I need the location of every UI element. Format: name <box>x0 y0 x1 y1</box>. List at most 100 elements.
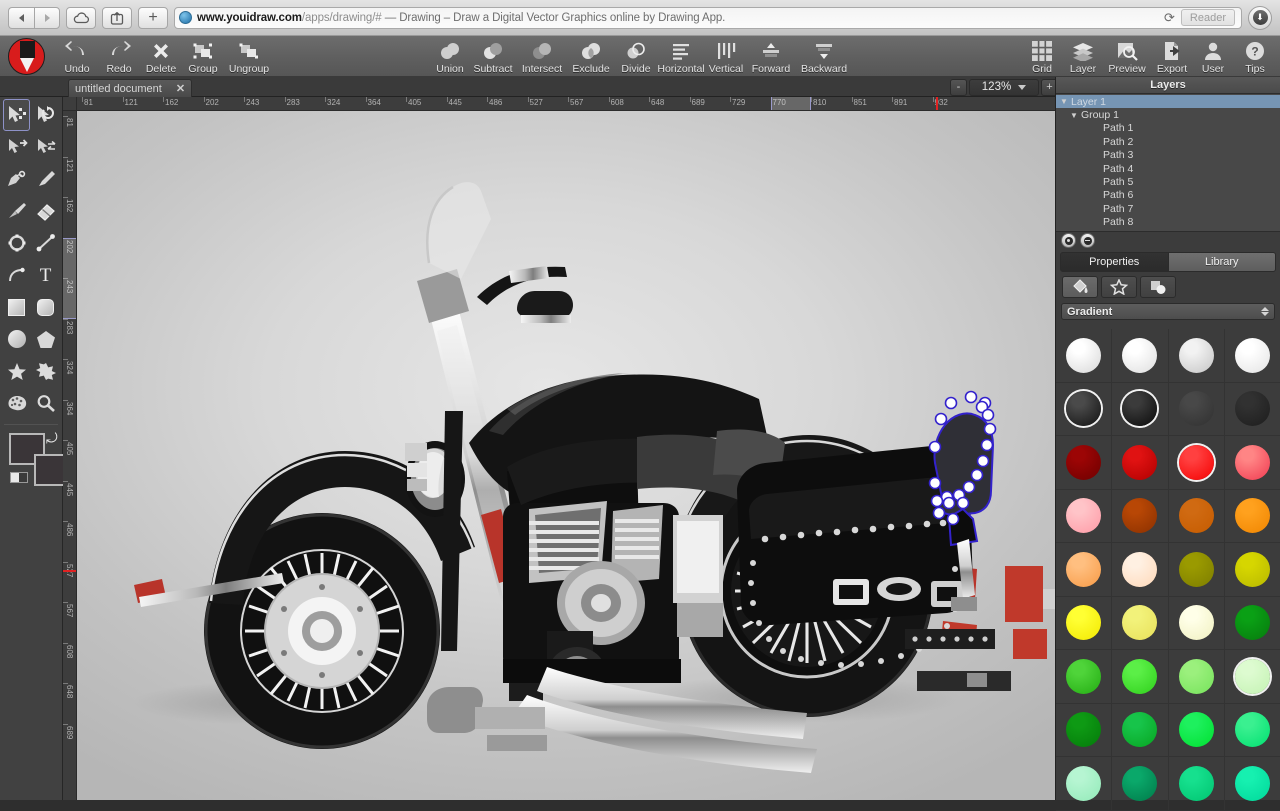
select-tool[interactable] <box>3 131 30 163</box>
tab-properties[interactable]: Properties <box>1060 252 1169 272</box>
swatch-cell[interactable] <box>1112 490 1168 544</box>
swatch-cell[interactable] <box>1056 436 1112 490</box>
horizontal-ruler[interactable]: 8112116220224328332436440544548652756760… <box>77 97 1055 111</box>
swatch-cell[interactable] <box>1169 383 1225 437</box>
swatch-cell[interactable] <box>1112 704 1168 758</box>
gradient-swatch[interactable] <box>1066 445 1101 480</box>
gradient-swatch[interactable] <box>1179 391 1214 426</box>
gradient-swatch[interactable] <box>1235 498 1270 533</box>
intersect-button[interactable]: Intersect <box>515 37 569 77</box>
gradient-swatch[interactable] <box>1122 498 1157 533</box>
gradient-swatch[interactable] <box>1066 712 1101 747</box>
gradient-swatch[interactable] <box>1235 445 1270 480</box>
forward-button[interactable] <box>34 7 60 29</box>
gradient-type-select[interactable]: Gradient <box>1061 303 1275 320</box>
line-tool[interactable] <box>32 163 59 195</box>
spiro-tool[interactable] <box>3 227 30 259</box>
layer-row[interactable]: Path 7 <box>1056 202 1280 215</box>
brush-tool[interactable] <box>3 195 30 227</box>
gradient-swatch[interactable] <box>1122 391 1157 426</box>
reader-button[interactable]: Reader <box>1181 9 1235 26</box>
swatch-cell[interactable] <box>1169 757 1225 811</box>
rotate-tool[interactable] <box>32 99 59 131</box>
gradient-swatch[interactable] <box>1122 659 1157 694</box>
transform-tool[interactable] <box>32 131 59 163</box>
gradient-swatch[interactable] <box>1235 391 1270 426</box>
remove-layer-icon[interactable] <box>1080 233 1095 248</box>
gradient-swatch[interactable] <box>1235 712 1270 747</box>
tab-library[interactable]: Library <box>1169 252 1277 272</box>
gradient-swatch[interactable] <box>1179 712 1214 747</box>
document-tab[interactable]: untitled document ✕ <box>68 79 192 97</box>
gradient-swatch[interactable] <box>1179 766 1214 801</box>
gradient-swatch[interactable] <box>1122 552 1157 587</box>
blob-tool[interactable] <box>3 387 30 419</box>
zoom-tool[interactable] <box>32 387 59 419</box>
pen-tool[interactable] <box>3 163 30 195</box>
swatch-cell[interactable] <box>1225 597 1280 651</box>
downloads-button[interactable]: ⬇ <box>1248 6 1272 30</box>
gradient-swatch[interactable] <box>1122 338 1157 373</box>
gradient-swatch[interactable] <box>1066 552 1101 587</box>
tips-button[interactable]: ? Tips <box>1228 37 1280 77</box>
gradient-swatch[interactable] <box>1235 338 1270 373</box>
swap-colors-icon[interactable]: ⤾ <box>46 430 58 447</box>
address-bar[interactable]: www.youidraw.com/apps/drawing/# — Drawin… <box>174 7 1242 29</box>
share-button[interactable] <box>102 7 132 29</box>
effect-tab[interactable] <box>1101 276 1137 298</box>
icloud-tabs-button[interactable] <box>66 7 96 29</box>
flower-tool[interactable] <box>32 355 59 387</box>
swatch-cell[interactable] <box>1225 490 1280 544</box>
reload-icon[interactable]: ⟳ <box>1158 10 1181 26</box>
fill-tab[interactable] <box>1062 276 1098 298</box>
gradient-swatch-grid[interactable] <box>1056 329 1280 800</box>
swatch-cell[interactable] <box>1056 383 1112 437</box>
straight-line-tool[interactable] <box>32 227 59 259</box>
swatch-cell[interactable] <box>1056 650 1112 704</box>
rounded-rect-tool[interactable] <box>32 291 59 323</box>
close-icon[interactable]: ✕ <box>176 82 185 95</box>
disclosure-triangle-icon[interactable]: ▼ <box>1060 97 1068 106</box>
layer-row[interactable]: Path 5 <box>1056 175 1280 188</box>
gradient-swatch[interactable] <box>1066 498 1101 533</box>
swatch-cell[interactable] <box>1169 704 1225 758</box>
layer-row[interactable]: ▼Group 1 <box>1056 108 1280 121</box>
swatch-cell[interactable] <box>1112 597 1168 651</box>
gradient-swatch[interactable] <box>1235 766 1270 801</box>
gradient-swatch[interactable] <box>1122 605 1157 640</box>
swatch-cell[interactable] <box>1056 329 1112 383</box>
layer-row[interactable]: Path 2 <box>1056 135 1280 148</box>
gradient-swatch[interactable] <box>1179 498 1214 533</box>
vertical-ruler[interactable]: 8112116220224328332436440544548652756760… <box>63 111 77 800</box>
swatch-cell[interactable] <box>1112 650 1168 704</box>
gradient-swatch[interactable] <box>1235 659 1270 694</box>
swatch-cell[interactable] <box>1225 704 1280 758</box>
back-button[interactable] <box>8 7 34 29</box>
subtract-button[interactable]: Subtract <box>466 37 520 77</box>
swatch-cell[interactable] <box>1169 436 1225 490</box>
swatch-cell[interactable] <box>1169 490 1225 544</box>
zoom-value-field[interactable]: 123% <box>969 79 1039 96</box>
disclosure-triangle-icon[interactable]: ▼ <box>1070 111 1078 120</box>
send-backward-button[interactable]: Backward <box>797 37 851 77</box>
zoom-out-button[interactable]: - <box>950 79 967 96</box>
gradient-swatch[interactable] <box>1122 445 1157 480</box>
gradient-swatch[interactable] <box>1122 766 1157 801</box>
swatch-cell[interactable] <box>1169 650 1225 704</box>
bring-forward-button[interactable]: Forward <box>744 37 798 77</box>
polygon-tool[interactable] <box>32 323 59 355</box>
swatch-cell[interactable] <box>1169 597 1225 651</box>
gradient-swatch[interactable] <box>1066 391 1101 426</box>
drawing-canvas[interactable] <box>77 111 1055 800</box>
star-tool[interactable] <box>3 355 30 387</box>
youidraw-logo[interactable] <box>8 38 45 75</box>
layer-row[interactable]: ▼Layer 1 <box>1056 95 1280 108</box>
swatch-cell[interactable] <box>1225 757 1280 811</box>
gradient-swatch[interactable] <box>1179 552 1214 587</box>
swatch-cell[interactable] <box>1169 543 1225 597</box>
swatch-cell[interactable] <box>1056 490 1112 544</box>
curve-tool[interactable] <box>3 259 30 291</box>
gradient-swatch[interactable] <box>1179 659 1214 694</box>
rectangle-tool[interactable] <box>3 291 30 323</box>
gradient-swatch[interactable] <box>1066 605 1101 640</box>
